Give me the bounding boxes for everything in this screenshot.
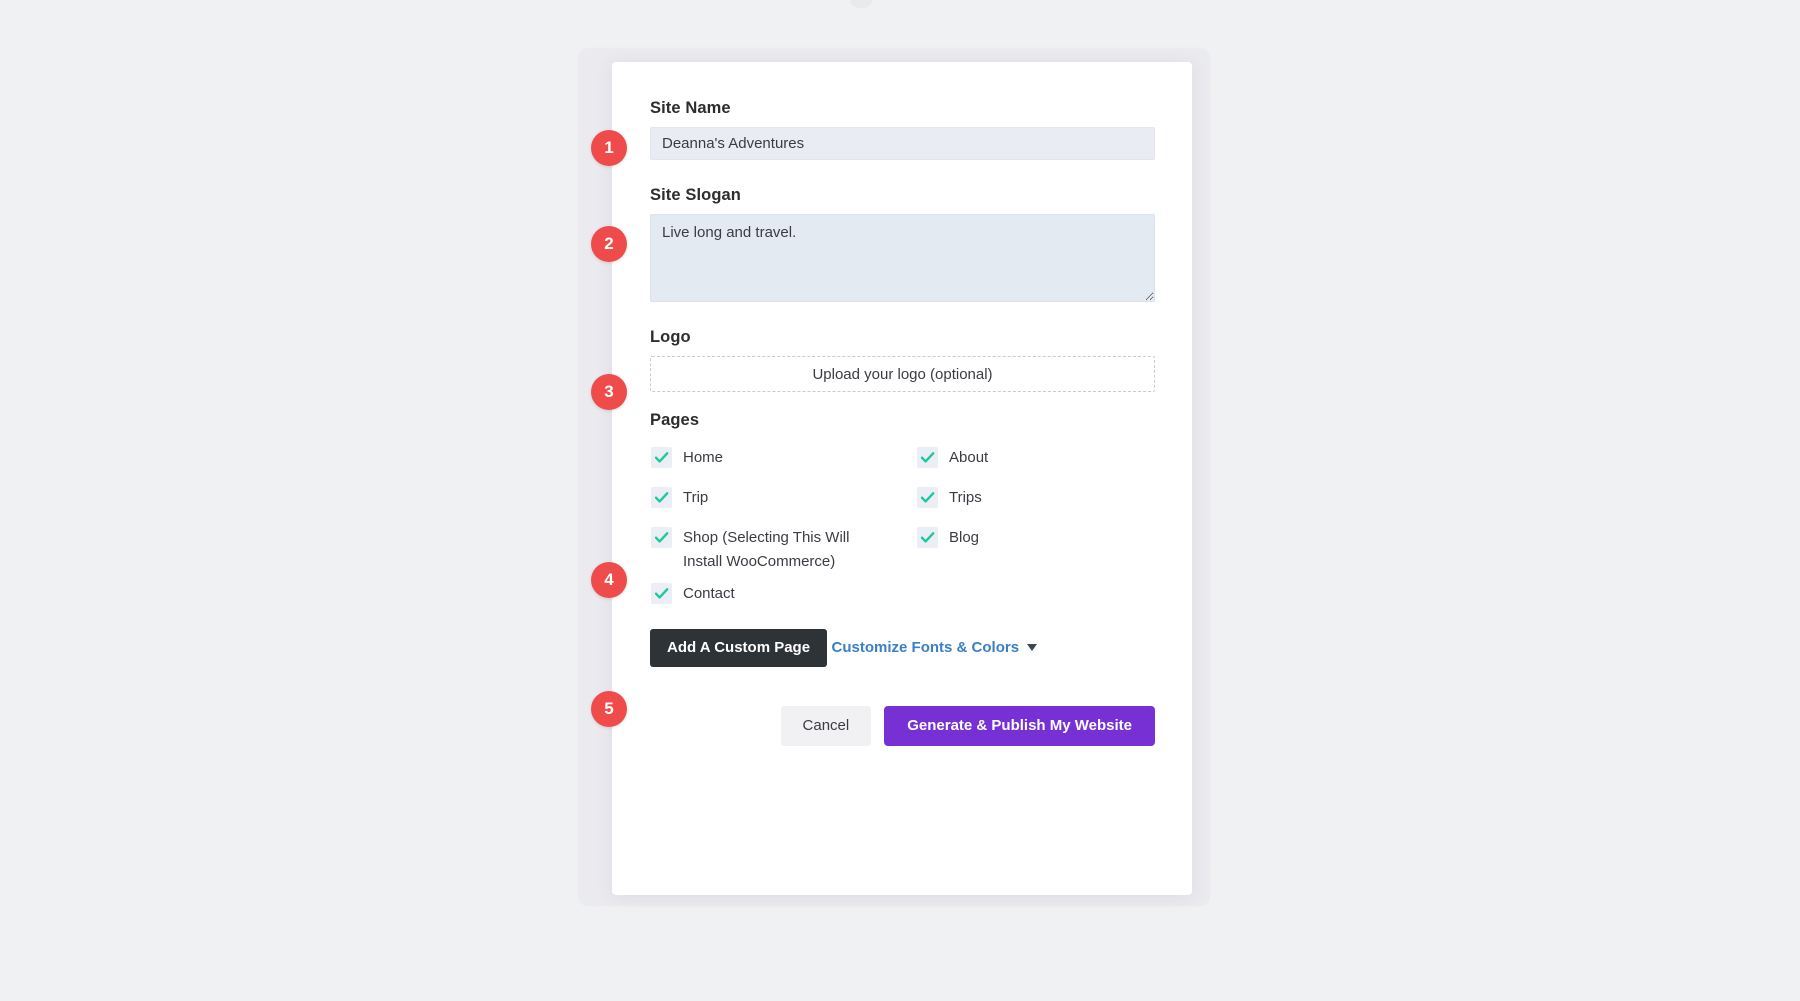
page-label: Contact bbox=[683, 584, 735, 602]
cancel-button[interactable]: Cancel bbox=[780, 705, 872, 746]
footer-actions: Cancel Generate & Publish My Website bbox=[650, 705, 1155, 746]
pages-label: Pages bbox=[650, 411, 700, 429]
step-badge-2: 2 bbox=[591, 226, 627, 262]
page-checkbox-contact[interactable]: Contact bbox=[651, 575, 917, 615]
checkmark-icon bbox=[917, 487, 938, 508]
checkmark-icon bbox=[917, 447, 938, 468]
page-label: Trips bbox=[949, 489, 982, 506]
page-label: Home bbox=[683, 449, 724, 466]
site-name-label: Site Name bbox=[650, 99, 731, 117]
page-label: Shop (Selecting This Will Install WooCom… bbox=[683, 529, 850, 571]
page-label: Blog bbox=[949, 529, 980, 546]
step-badge-3: 3 bbox=[591, 374, 627, 410]
page-checkbox-shop[interactable]: Shop (Selecting This Will Install WooCom… bbox=[651, 519, 917, 575]
step-badge-4: 4 bbox=[591, 562, 627, 598]
step-badge-1: 1 bbox=[591, 130, 627, 166]
checkmark-icon bbox=[651, 447, 672, 468]
logo-label: Logo bbox=[650, 328, 691, 346]
step-badge-5: 5 bbox=[591, 691, 627, 727]
top-edge-artifact bbox=[850, 0, 872, 8]
site-slogan-label: Site Slogan bbox=[650, 186, 741, 204]
page-checkbox-trips[interactable]: Trips bbox=[917, 479, 1155, 519]
checkmark-icon bbox=[651, 527, 672, 548]
chevron-down-icon bbox=[1027, 643, 1038, 651]
card-content: Site Name Site Slogan Logo Upload your l… bbox=[650, 99, 1155, 746]
generate-publish-button[interactable]: Generate & Publish My Website bbox=[884, 705, 1155, 746]
checkmark-icon bbox=[651, 487, 672, 508]
customize-fonts-colors-link[interactable]: Customize Fonts & Colors bbox=[832, 639, 1038, 656]
page-label: About bbox=[949, 449, 989, 466]
logo-upload-dropzone[interactable]: Upload your logo (optional) bbox=[650, 356, 1155, 392]
site-slogan-textarea[interactable] bbox=[650, 214, 1155, 302]
pages-grid-spacer bbox=[917, 575, 1155, 615]
checkmark-icon bbox=[917, 527, 938, 548]
page-checkbox-about[interactable]: About bbox=[917, 439, 1155, 479]
logo-dropzone-text: Upload your logo (optional) bbox=[812, 365, 993, 383]
page-checkbox-blog[interactable]: Blog bbox=[917, 519, 1155, 575]
add-custom-page-button[interactable]: Add A Custom Page bbox=[650, 628, 828, 667]
pages-checkbox-grid: Home About Trip Trips Shop (Selecting Th… bbox=[650, 439, 1155, 615]
page-label: Trip bbox=[683, 489, 709, 506]
checkmark-icon bbox=[651, 582, 672, 604]
customize-link-label: Customize Fonts & Colors bbox=[831, 638, 1020, 656]
page-checkbox-trip[interactable]: Trip bbox=[651, 479, 917, 519]
page-checkbox-home[interactable]: Home bbox=[651, 439, 917, 479]
site-name-input[interactable] bbox=[650, 127, 1155, 160]
website-setup-card: Site Name Site Slogan Logo Upload your l… bbox=[612, 62, 1192, 895]
